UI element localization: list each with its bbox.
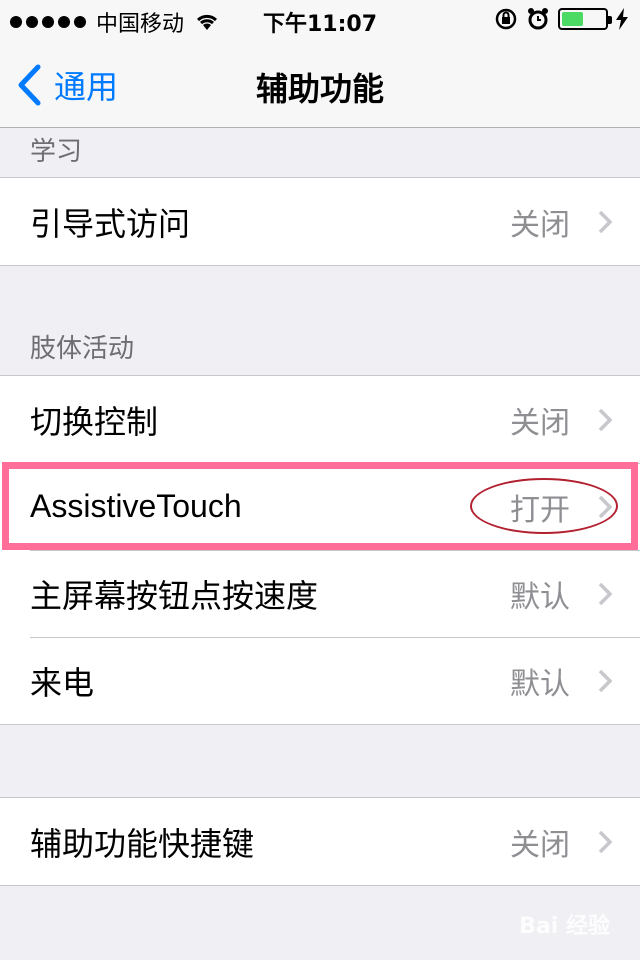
row-assistive-touch[interactable]: AssistiveTouch 打开 bbox=[0, 463, 640, 550]
row-value: 打开 bbox=[510, 492, 570, 528]
row-value: 关闭 bbox=[510, 207, 570, 243]
chevron-right-icon bbox=[598, 495, 612, 518]
charging-icon bbox=[616, 8, 628, 30]
section-header-learning: 学习 bbox=[30, 137, 83, 167]
row-value: 默认 bbox=[510, 579, 570, 615]
chevron-right-icon bbox=[598, 408, 612, 431]
group-motor: 切换控制 关闭 AssistiveTouch 打开 主屏幕按钮点按速度 默认 来… bbox=[0, 375, 640, 725]
battery-icon bbox=[558, 8, 612, 30]
row-label: 来电 bbox=[30, 663, 95, 702]
chevron-right-icon bbox=[598, 582, 612, 605]
row-label: 切换控制 bbox=[30, 402, 159, 441]
group-shortcut: 辅助功能快捷键 关闭 bbox=[0, 797, 640, 886]
row-label: AssistiveTouch bbox=[30, 488, 242, 524]
row-label: 引导式访问 bbox=[30, 204, 191, 243]
section-header-motor: 肢体活动 bbox=[30, 334, 135, 364]
row-value: 关闭 bbox=[510, 827, 570, 863]
page-title: 辅助功能 bbox=[255, 70, 384, 108]
chevron-right-icon bbox=[598, 830, 612, 853]
row-home-click-speed[interactable]: 主屏幕按钮点按速度 默认 bbox=[0, 550, 640, 637]
status-bar: 中国移动 下午11:07 bbox=[0, 0, 640, 40]
chevron-right-icon bbox=[598, 669, 612, 692]
watermark: Bai 经验 bbox=[519, 914, 610, 939]
row-guided-access[interactable]: 引导式访问 关闭 bbox=[0, 178, 640, 265]
row-label: 主屏幕按钮点按速度 bbox=[30, 576, 319, 615]
group-learning: 引导式访问 关闭 bbox=[0, 177, 640, 266]
row-switch-control[interactable]: 切换控制 关闭 bbox=[0, 376, 640, 463]
navigation-bar: 通用 辅助功能 bbox=[0, 40, 640, 128]
alarm-icon bbox=[528, 8, 548, 30]
orientation-lock-icon bbox=[495, 8, 517, 30]
row-value: 关闭 bbox=[510, 405, 570, 441]
row-label: 辅助功能快捷键 bbox=[30, 824, 255, 863]
chevron-right-icon bbox=[598, 210, 612, 233]
row-value: 默认 bbox=[510, 666, 570, 702]
row-accessibility-shortcut[interactable]: 辅助功能快捷键 关闭 bbox=[0, 798, 640, 885]
row-incoming-calls[interactable]: 来电 默认 bbox=[0, 637, 640, 724]
